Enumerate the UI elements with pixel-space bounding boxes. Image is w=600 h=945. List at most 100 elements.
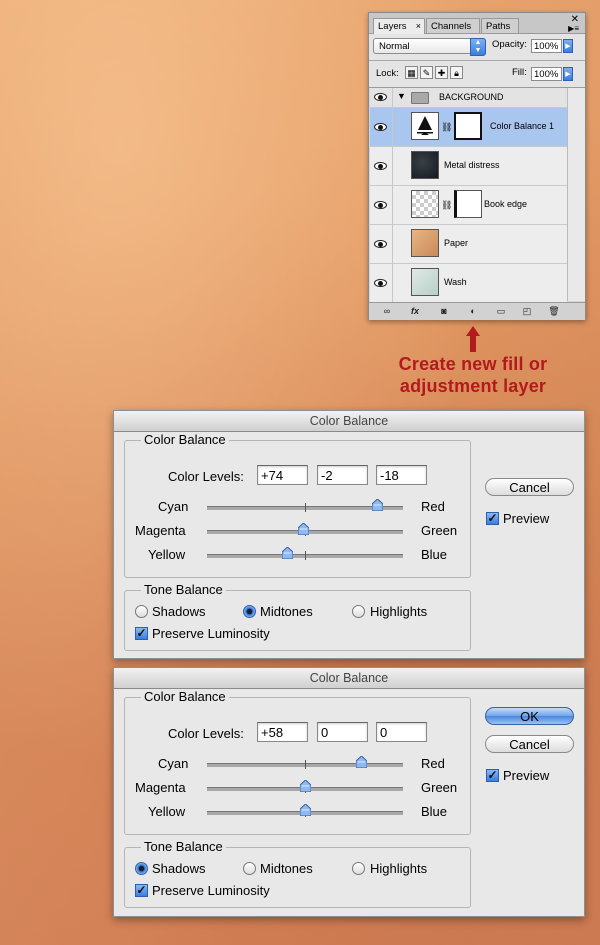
opacity-arrow-icon[interactable]: ▶ bbox=[563, 39, 573, 53]
checkbox-label: Preserve Luminosity bbox=[152, 883, 270, 898]
layer-mask-thumbnail[interactable] bbox=[454, 112, 482, 140]
slider-right-label: Red bbox=[421, 499, 445, 514]
adjustment-thumbnail-icon bbox=[411, 112, 439, 140]
new-layer-icon[interactable]: ◰ bbox=[519, 305, 535, 317]
slider-thumb[interactable] bbox=[297, 522, 310, 536]
color-levels-label: Color Levels: bbox=[168, 469, 244, 484]
lock-pixels-icon[interactable]: ✎ bbox=[420, 66, 433, 79]
layer-wash[interactable]: Wash bbox=[370, 264, 567, 303]
checkbox-label: Preserve Luminosity bbox=[152, 626, 270, 641]
adjustment-layer-icon[interactable]: ◐ bbox=[465, 305, 481, 317]
tab-paths-label: Paths bbox=[486, 21, 511, 32]
fx-icon[interactable]: fx bbox=[407, 305, 423, 317]
radio-label: Highlights bbox=[370, 604, 428, 619]
preview-checkbox[interactable]: ✓ bbox=[486, 512, 499, 525]
eye-icon bbox=[374, 240, 387, 248]
color-levels-label: Color Levels: bbox=[168, 726, 244, 741]
dialog-title: Color Balance bbox=[114, 411, 584, 432]
slider-thumb[interactable] bbox=[299, 779, 311, 793]
metal-thumbnail bbox=[411, 151, 439, 179]
group-title: Tone Balance bbox=[141, 582, 226, 597]
radio-label: Shadows bbox=[152, 604, 206, 619]
level-field-yellow-blue[interactable]: 0 bbox=[376, 722, 427, 742]
transparent-thumbnail bbox=[411, 190, 439, 218]
slider-right-label: Green bbox=[421, 523, 458, 538]
layer-mask-thumbnail[interactable] bbox=[454, 190, 482, 218]
preview-checkbox[interactable]: ✓ bbox=[486, 769, 499, 782]
radio-shadows[interactable] bbox=[135, 605, 148, 618]
radio-shadows[interactable] bbox=[135, 862, 148, 875]
cancel-button[interactable]: Cancel bbox=[485, 735, 574, 753]
magenta-green-slider-track[interactable] bbox=[207, 779, 403, 793]
radio-midtones[interactable] bbox=[243, 605, 256, 618]
opacity-field[interactable]: 100% bbox=[531, 39, 562, 53]
fill-field[interactable]: 100% bbox=[531, 67, 562, 81]
lock-position-icon[interactable]: ✚ bbox=[435, 66, 448, 79]
yellow-blue-slider-track[interactable] bbox=[207, 803, 403, 817]
layer-name: Paper bbox=[444, 238, 469, 248]
group-name: BACKGROUND bbox=[439, 92, 504, 102]
tab-paths[interactable]: Paths bbox=[481, 18, 519, 33]
level-field-magenta-green[interactable]: -2 bbox=[317, 465, 368, 485]
ok-button[interactable]: OK bbox=[485, 707, 574, 725]
preview-label: Preview bbox=[503, 511, 550, 526]
radio-midtones[interactable] bbox=[243, 862, 256, 875]
slider-thumb[interactable] bbox=[299, 803, 311, 817]
visibility-toggle[interactable] bbox=[370, 108, 393, 146]
level-field-cyan-red[interactable]: +74 bbox=[257, 465, 308, 485]
layer-list-scrollbar[interactable] bbox=[567, 88, 585, 301]
magenta-green-slider-track[interactable] bbox=[207, 522, 403, 536]
level-field-magenta-green[interactable]: 0 bbox=[317, 722, 368, 742]
slider-center-tick bbox=[305, 503, 306, 512]
slider-thumb[interactable] bbox=[355, 755, 368, 769]
chain-link-icon[interactable]: ⛓ bbox=[441, 122, 452, 133]
group-folder-icon[interactable]: ▭ bbox=[493, 305, 509, 317]
blend-mode-select[interactable]: Normal ▲ ▼ bbox=[373, 38, 486, 56]
slider-thumb[interactable] bbox=[281, 546, 294, 560]
mask-icon[interactable]: ◙ bbox=[436, 305, 452, 317]
visibility-toggle[interactable] bbox=[370, 225, 393, 263]
lock-all-icon[interactable]: 🔒︎ bbox=[450, 66, 463, 79]
layer-name: Color Balance 1 bbox=[490, 121, 555, 131]
color-balance-group: Color Balance Color Levels: +58 0 0 Cyan… bbox=[124, 689, 471, 835]
cyan-red-slider-track[interactable] bbox=[207, 498, 403, 512]
radio-highlights[interactable] bbox=[352, 605, 365, 618]
close-tab-icon[interactable]: × bbox=[416, 19, 421, 34]
cancel-button[interactable]: Cancel bbox=[485, 478, 574, 496]
layers-panel: Layers × Channels Paths ✕ ▶≡ Normal ▲ ▼ O… bbox=[368, 12, 586, 320]
tab-channels[interactable]: Channels bbox=[426, 18, 480, 33]
yellow-blue-slider-track[interactable] bbox=[207, 546, 403, 560]
slider-thumb[interactable] bbox=[371, 498, 384, 512]
layer-paper[interactable]: Paper bbox=[370, 225, 567, 264]
preserve-luminosity-checkbox[interactable]: ✓ bbox=[135, 627, 148, 640]
trash-icon[interactable]: 🗑︎ bbox=[546, 305, 562, 317]
tab-layers[interactable]: Layers × bbox=[373, 18, 425, 34]
visibility-toggle[interactable] bbox=[370, 147, 393, 185]
preserve-luminosity-checkbox[interactable]: ✓ bbox=[135, 884, 148, 897]
eye-icon bbox=[374, 162, 387, 170]
visibility-toggle[interactable] bbox=[370, 88, 393, 107]
level-field-cyan-red[interactable]: +58 bbox=[257, 722, 308, 742]
fill-arrow-icon[interactable]: ▶ bbox=[563, 67, 573, 81]
chain-link-icon[interactable]: ⛓ bbox=[441, 200, 452, 211]
layer-group-background[interactable]: ▼ BACKGROUND bbox=[370, 88, 567, 108]
layer-color-balance-1[interactable]: ⛓ Color Balance 1 bbox=[370, 108, 567, 147]
annotation-line-1: Create new fill or bbox=[398, 354, 548, 374]
slider-center-tick bbox=[305, 551, 306, 560]
panel-menu-icon[interactable]: ▶≡ bbox=[568, 24, 579, 33]
slider-right-label: Blue bbox=[421, 547, 448, 562]
lock-transparency-icon[interactable]: ▦ bbox=[405, 66, 418, 79]
link-icon[interactable]: ∞ bbox=[379, 305, 395, 317]
lock-label: Lock: bbox=[376, 68, 399, 79]
tab-channels-label: Channels bbox=[431, 21, 472, 32]
color-balance-group: Color Balance Color Levels: +74 -2 -18 C… bbox=[124, 432, 471, 578]
visibility-toggle[interactable] bbox=[370, 264, 393, 302]
layer-book-edge[interactable]: ⛓ Book edge bbox=[370, 186, 567, 225]
radio-highlights[interactable] bbox=[352, 862, 365, 875]
disclosure-triangle-icon[interactable]: ▼ bbox=[397, 91, 406, 101]
visibility-toggle[interactable] bbox=[370, 186, 393, 224]
slider-right-label: Red bbox=[421, 756, 445, 771]
layer-metal-distress[interactable]: Metal distress bbox=[370, 147, 567, 186]
level-field-yellow-blue[interactable]: -18 bbox=[376, 465, 427, 485]
cyan-red-slider-track[interactable] bbox=[207, 755, 403, 769]
